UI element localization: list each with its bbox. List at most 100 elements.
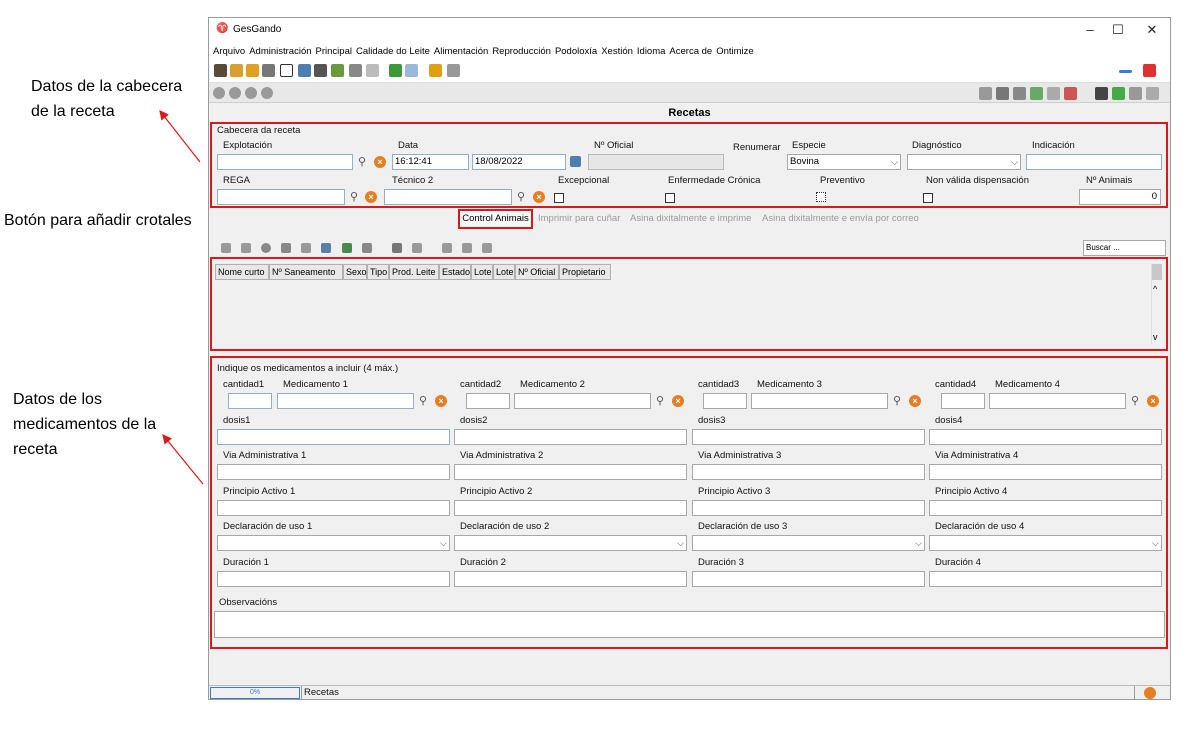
duracion2-input[interactable] xyxy=(454,571,687,587)
milk-icon[interactable] xyxy=(246,64,259,77)
cantidad1-input[interactable] xyxy=(228,393,272,409)
search-icon[interactable]: ⚲ xyxy=(416,394,430,408)
pen-icon[interactable] xyxy=(1119,70,1132,73)
via3-input[interactable] xyxy=(692,464,925,480)
declaracion2-select[interactable]: ⌵ xyxy=(454,535,687,551)
upload-icon[interactable] xyxy=(389,64,402,77)
tecnico2-input[interactable] xyxy=(384,189,512,205)
nonvalida-checkbox[interactable] xyxy=(923,193,933,203)
grid-config-icon[interactable] xyxy=(482,243,492,253)
renumerar-label[interactable]: Renumerar xyxy=(733,142,781,153)
dosis2-input[interactable] xyxy=(454,429,687,445)
grid-delete-icon[interactable] xyxy=(261,243,271,253)
declaracion1-select[interactable]: ⌵ xyxy=(217,535,450,551)
scroll-down-icon[interactable]: v xyxy=(1153,332,1158,342)
search-icon[interactable]: ⚲ xyxy=(1128,394,1142,408)
search-icon[interactable]: ⚲ xyxy=(347,190,361,204)
cantidad3-input[interactable] xyxy=(703,393,747,409)
print-icon[interactable] xyxy=(1013,87,1026,100)
close-button[interactable]: ✕ xyxy=(1137,20,1167,40)
scroll-up-icon[interactable]: ^ xyxy=(1153,284,1157,294)
menu-arquivo[interactable]: Arquivo xyxy=(213,46,245,57)
medicamento1-input[interactable] xyxy=(277,393,414,409)
grid-excel-icon[interactable] xyxy=(342,243,352,253)
menu-calidade[interactable]: Calidade do Leite xyxy=(356,46,430,57)
spain-flag-icon[interactable] xyxy=(1143,64,1156,77)
menu-podoloxia[interactable]: Podoloxía xyxy=(555,46,597,57)
grid-save-icon[interactable] xyxy=(321,243,331,253)
calendar-picker-icon[interactable] xyxy=(570,156,581,167)
grid-filter-icon[interactable] xyxy=(362,243,372,253)
grid-edit-icon[interactable] xyxy=(241,243,251,253)
col-saneamento[interactable]: Nº Saneamento xyxy=(269,264,343,280)
delete-icon[interactable] xyxy=(996,87,1009,100)
copy-icon[interactable] xyxy=(1129,87,1142,100)
cantidad4-input[interactable] xyxy=(941,393,985,409)
clear-icon[interactable]: × xyxy=(374,156,386,168)
dosis1-input[interactable] xyxy=(217,429,450,445)
imprimir-button[interactable]: Imprimir para cuñar xyxy=(538,213,620,224)
clear-icon[interactable]: × xyxy=(435,395,447,407)
grid-group-icon[interactable] xyxy=(412,243,422,253)
info-icon[interactable] xyxy=(447,64,460,77)
col-nome-curto[interactable]: Nome curto xyxy=(215,264,269,280)
maximize-button[interactable]: ☐ xyxy=(1103,20,1133,40)
col-estado[interactable]: Estado xyxy=(439,264,471,280)
search-icon[interactable]: ⚲ xyxy=(653,394,667,408)
herd-icon[interactable] xyxy=(314,64,327,77)
grid-chart-icon[interactable] xyxy=(462,243,472,253)
scroll-thumb[interactable] xyxy=(1152,264,1162,280)
col-prod-leite[interactable]: Prod. Leite xyxy=(389,264,439,280)
check-icon[interactable] xyxy=(1030,87,1043,100)
excepcional-checkbox[interactable] xyxy=(554,193,564,203)
clear-icon[interactable]: × xyxy=(672,395,684,407)
form-icon[interactable] xyxy=(366,64,379,77)
via2-input[interactable] xyxy=(454,464,687,480)
search-icon[interactable]: ⚲ xyxy=(355,155,369,169)
medicamento4-input[interactable] xyxy=(989,393,1126,409)
observacions-textarea[interactable] xyxy=(214,611,1165,638)
feed-icon[interactable] xyxy=(230,64,243,77)
declaracion4-select[interactable]: ⌵ xyxy=(929,535,1162,551)
declaracion3-select[interactable]: ⌵ xyxy=(692,535,925,551)
search-icon[interactable]: ⚲ xyxy=(514,190,528,204)
col-sexo[interactable]: Sexo xyxy=(343,264,367,280)
nav-first-icon[interactable] xyxy=(213,87,225,99)
menu-reproduccion[interactable]: Reproducción xyxy=(492,46,551,57)
mail-icon[interactable] xyxy=(405,64,418,77)
menu-ontimize[interactable]: Ontimize xyxy=(716,46,753,57)
clear-icon[interactable]: × xyxy=(365,191,377,203)
via1-input[interactable] xyxy=(217,464,450,480)
diagnostico-select[interactable]: ⌵ xyxy=(907,154,1021,170)
minimize-button[interactable]: – xyxy=(1075,20,1105,40)
asina-imprime-button[interactable]: Asina dixitalmente e imprime xyxy=(630,213,751,224)
search-icon[interactable]: ⚲ xyxy=(890,394,904,408)
lock-icon[interactable] xyxy=(429,64,442,77)
paste-icon[interactable] xyxy=(1146,87,1159,100)
status-icon[interactable] xyxy=(1144,687,1156,699)
via4-input[interactable] xyxy=(929,464,1162,480)
menu-administracion[interactable]: Administración xyxy=(249,46,311,57)
nav-last-icon[interactable] xyxy=(261,87,273,99)
principio2-input[interactable] xyxy=(454,500,687,516)
menu-xestion[interactable]: Xestión xyxy=(601,46,633,57)
principio3-input[interactable] xyxy=(692,500,925,516)
date-input[interactable]: 18/08/2022 xyxy=(472,154,566,170)
cantidad2-input[interactable] xyxy=(466,393,510,409)
duracion4-input[interactable] xyxy=(929,571,1162,587)
col-lote[interactable]: Lote xyxy=(471,264,493,280)
nanimais-input[interactable]: 0 xyxy=(1079,189,1161,205)
especie-select[interactable]: Bovina ⌵ xyxy=(787,154,901,170)
duracion3-input[interactable] xyxy=(692,571,925,587)
explotacion-input[interactable] xyxy=(217,154,353,170)
clear-icon[interactable]: × xyxy=(909,395,921,407)
rega-input[interactable] xyxy=(217,189,345,205)
grid-new-icon[interactable] xyxy=(221,243,231,253)
cronica-checkbox[interactable] xyxy=(665,193,675,203)
menu-alimentacion[interactable]: Alimentación xyxy=(434,46,488,57)
preventivo-checkbox[interactable] xyxy=(816,192,826,202)
grid-copy-icon[interactable] xyxy=(301,243,311,253)
clear-icon[interactable]: × xyxy=(1147,395,1159,407)
col-noficial[interactable]: Nº Oficial xyxy=(515,264,559,280)
col-lote-2[interactable]: Lote xyxy=(493,264,515,280)
